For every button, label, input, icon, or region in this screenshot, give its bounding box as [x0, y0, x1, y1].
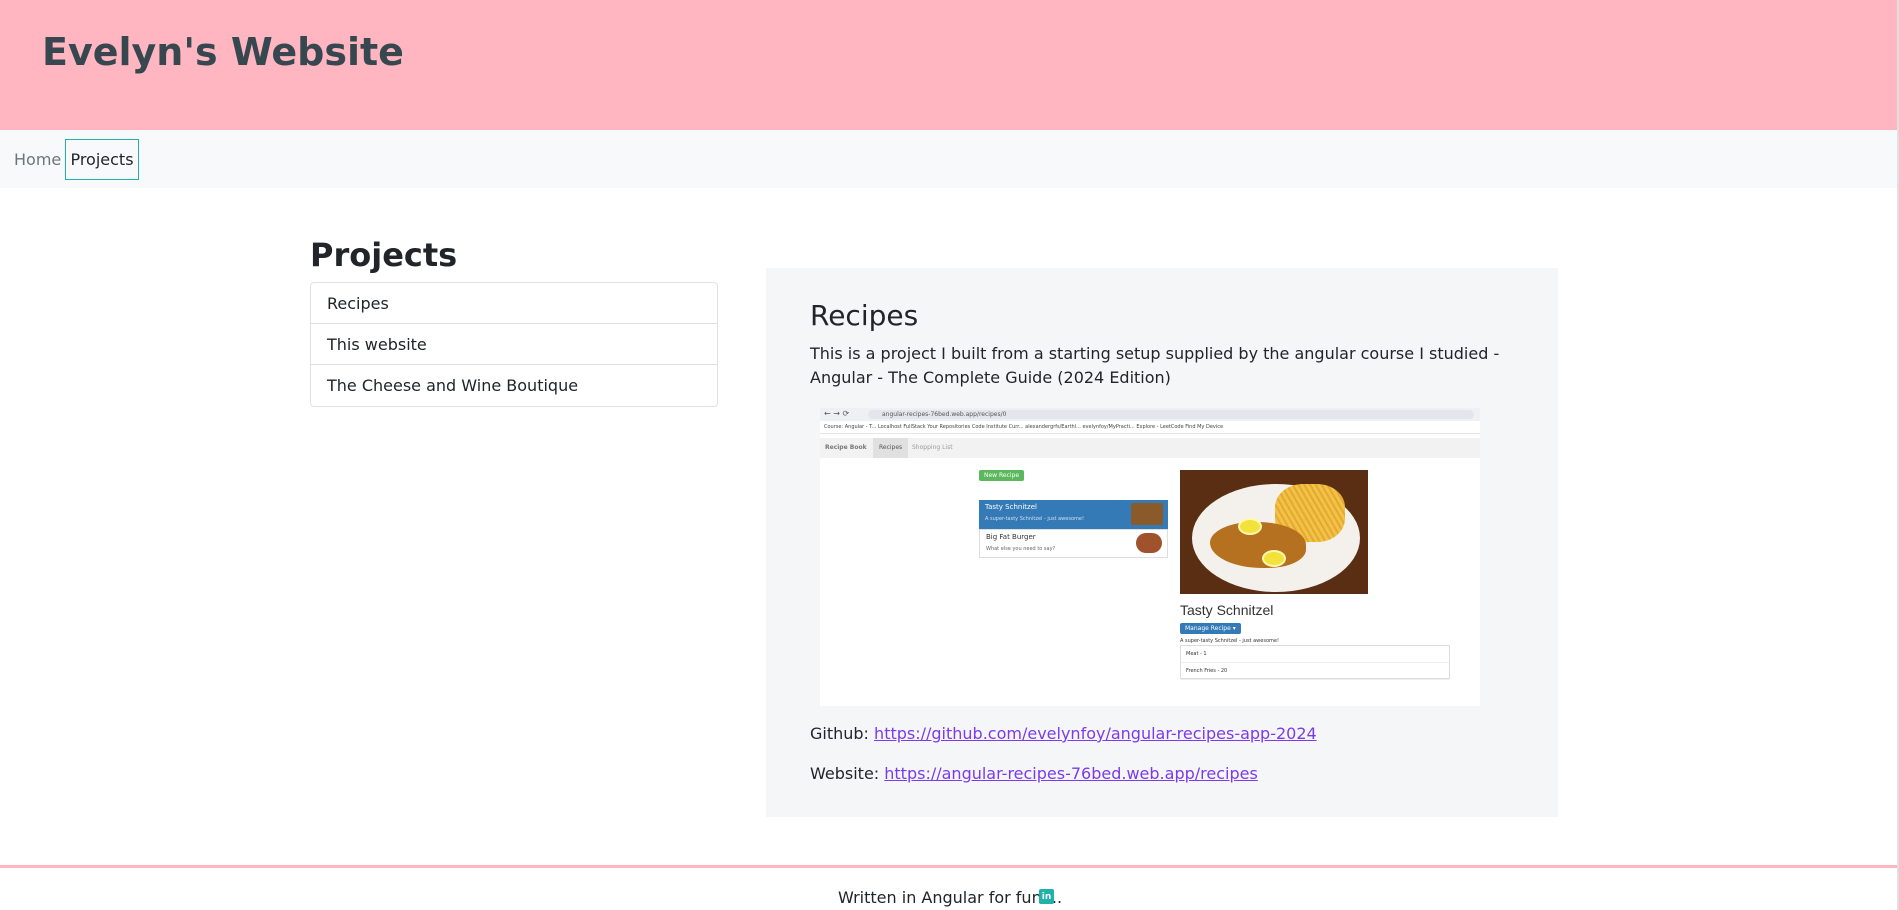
- app-navbar: Recipe Book Recipes Shopping List: [820, 438, 1480, 458]
- schnitzel-thumbnail: [1131, 503, 1163, 525]
- lemon-shape: [1262, 550, 1286, 567]
- site-title: Evelyn's Website: [42, 30, 404, 74]
- app-new-recipe-button: New Recipe: [979, 470, 1025, 481]
- app-ingredient-list: Meat - 1 French Fries - 20: [1180, 645, 1450, 680]
- app-tab-shopping: Shopping List: [912, 444, 953, 451]
- app-recipe-name: Big Fat Burger: [986, 533, 1036, 541]
- nav-projects-link[interactable]: Projects: [65, 139, 139, 180]
- github-label: Github:: [810, 724, 869, 743]
- navbar: [0, 130, 1897, 188]
- site-header: Evelyn's Website: [0, 0, 1897, 130]
- app-recipe-item: Tasty Schnitzel A super-tasty Schnitzel …: [979, 500, 1168, 529]
- project-screenshot: ← → ⟳ angular-recipes-76bed.web.app/reci…: [820, 408, 1480, 706]
- website-link[interactable]: https://angular-recipes-76bed.web.app/re…: [884, 764, 1258, 783]
- lemon-shape: [1238, 518, 1262, 535]
- website-label: Website:: [810, 764, 880, 783]
- app-recipe-item: Big Fat Burger What else you need to say…: [979, 529, 1168, 558]
- app-tab-recipes: Recipes: [873, 438, 909, 458]
- burger-thumbnail: [1136, 533, 1162, 553]
- browser-nav-icons: ← → ⟳: [824, 409, 850, 418]
- browser-toolbar: ← → ⟳ angular-recipes-76bed.web.app/reci…: [820, 408, 1480, 421]
- project-list: Recipes This website The Cheese and Wine…: [310, 282, 718, 407]
- app-recipe-desc: What else you need to say?: [986, 546, 1056, 552]
- projects-heading: Projects: [310, 236, 458, 274]
- browser-bookmarks: Course: Angular - T... Localhost FullSta…: [820, 421, 1480, 434]
- app-ingredient: French Fries - 20: [1181, 663, 1449, 680]
- footer-text: Written in Angular for fun ...: [838, 888, 1063, 907]
- app-detail-title: Tasty Schnitzel: [1180, 602, 1274, 618]
- github-line: Github: https://github.com/evelynfoy/ang…: [810, 724, 1317, 743]
- app-manage-button: Manage Recipe ▾: [1180, 623, 1241, 634]
- footer-divider: [0, 865, 1897, 868]
- schnitzel-image: [1180, 470, 1368, 594]
- github-link[interactable]: https://github.com/evelynfoy/angular-rec…: [874, 724, 1317, 743]
- project-title: Recipes: [810, 299, 919, 332]
- app-ingredient: Meat - 1: [1181, 646, 1449, 663]
- project-description: This is a project I built from a startin…: [810, 344, 1500, 387]
- app-brand: Recipe Book: [825, 444, 867, 451]
- app-detail-desc: A super-tasty Schnitzel - just awesome!: [1180, 638, 1279, 644]
- website-line: Website: https://angular-recipes-76bed.w…: [810, 764, 1258, 783]
- project-item-this-website[interactable]: This website: [311, 324, 717, 365]
- project-item-recipes[interactable]: Recipes: [311, 283, 717, 324]
- browser-url: angular-recipes-76bed.web.app/recipes/0: [868, 410, 1474, 419]
- project-item-cheese-wine[interactable]: The Cheese and Wine Boutique: [311, 365, 717, 406]
- linkedin-icon[interactable]: in: [1039, 889, 1054, 904]
- nav-home-link[interactable]: Home: [14, 150, 61, 169]
